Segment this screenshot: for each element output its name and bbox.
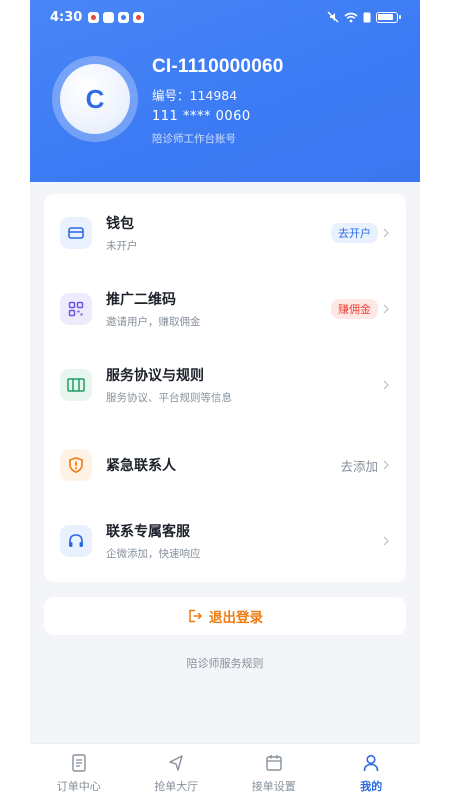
- menu-item-wallet[interactable]: 钱包 未开户 去开户: [44, 198, 406, 268]
- navigation-arrow-icon: [169, 755, 183, 771]
- open-account-badge[interactable]: 去开户: [331, 223, 378, 243]
- notification-app-icon: [133, 11, 145, 23]
- add-contact-link[interactable]: 去添加: [340, 456, 378, 475]
- tab-order-settings[interactable]: 接单设置: [225, 744, 323, 800]
- status-bar: 4:30: [30, 0, 420, 34]
- chevron-right-icon: [383, 228, 389, 238]
- notification-app-icon: [118, 11, 130, 23]
- menu-item-title: 钱包: [106, 216, 134, 232]
- notification-app-icon: [88, 11, 100, 23]
- user-icon: [363, 754, 379, 772]
- menu-item-subtitle: 服务协议、平台规则等信息: [106, 392, 232, 404]
- wifi-icon: [344, 12, 358, 22]
- profile-phone: 111 **** 0060: [152, 109, 251, 124]
- logout-label: 退出登录: [209, 610, 263, 626]
- menu-item-subtitle: 邀请用户，赚取佣金: [106, 316, 201, 328]
- tab-grab-hall[interactable]: 抢单大厅: [128, 744, 226, 800]
- profile-id: 编号：114984: [152, 88, 238, 103]
- earn-commission-badge[interactable]: 赚佣金: [331, 299, 378, 319]
- profile-account-note: 陪诊师工作台账号: [152, 133, 236, 145]
- order-list-icon: [72, 754, 86, 772]
- chevron-right-icon: [383, 304, 389, 314]
- qr-code-icon: [60, 293, 92, 325]
- tab-label: 订单中心: [56, 780, 101, 793]
- wallet-icon: [60, 217, 92, 249]
- menu-card: 钱包 未开户 去开户 推广二维码 邀请用户，赚取佣金 赚佣金 服务协议与规则 服…: [44, 194, 406, 582]
- profile-name: CI-1110000060: [152, 56, 284, 77]
- menu-item-subtitle: 未开户: [106, 240, 138, 252]
- chevron-right-icon: [383, 460, 389, 470]
- tab-label: 我的: [360, 780, 383, 793]
- logout-button[interactable]: 退出登录: [44, 597, 406, 635]
- menu-item-title: 服务协议与规则: [106, 368, 204, 384]
- mute-icon: [327, 11, 339, 23]
- menu-item-subtitle: 企微添加，快速响应: [106, 548, 201, 560]
- chevron-right-icon: [383, 536, 389, 546]
- shield-alert-icon: [60, 449, 92, 481]
- avatar[interactable]: C: [52, 56, 138, 142]
- bottom-tab-bar: 订单中心 抢单大厅 接单设置 我的: [30, 743, 420, 800]
- menu-item-promo-qr[interactable]: 推广二维码 邀请用户，赚取佣金 赚佣金: [44, 274, 406, 344]
- tab-label: 接单设置: [251, 780, 296, 793]
- menu-item-title: 紧急联系人: [106, 458, 176, 474]
- menu-item-customer-service[interactable]: 联系专属客服 企微添加，快速响应: [44, 506, 406, 576]
- phone-screen: 4:30 C CI-1110000060 编号：114984 111 **** …: [30, 0, 420, 800]
- status-time: 4:30: [50, 9, 83, 25]
- headset-icon: [60, 525, 92, 557]
- avatar-letter: C: [60, 64, 130, 134]
- tab-mine[interactable]: 我的: [323, 744, 421, 800]
- tab-label: 抢单大厅: [154, 780, 199, 793]
- service-rules-link[interactable]: 陪诊师服务规则: [30, 655, 420, 671]
- menu-item-emergency-contact[interactable]: 紧急联系人 去添加: [44, 430, 406, 500]
- profile-info: CI-1110000060 编号：114984 111 **** 0060 陪诊…: [152, 56, 284, 146]
- calendar-icon: [266, 755, 282, 771]
- tab-order-center[interactable]: 订单中心: [30, 744, 128, 800]
- notification-app-icon: [103, 11, 115, 23]
- signal-icon: [363, 12, 371, 22]
- battery-icon: [376, 11, 401, 23]
- agreement-book-icon: [60, 369, 92, 401]
- menu-item-title: 推广二维码: [106, 292, 176, 308]
- status-indicators: [327, 11, 401, 23]
- logout-icon: [189, 609, 203, 623]
- menu-item-service-agreement[interactable]: 服务协议与规则 服务协议、平台规则等信息: [44, 350, 406, 420]
- chevron-right-icon: [383, 380, 389, 390]
- menu-item-title: 联系专属客服: [106, 524, 190, 540]
